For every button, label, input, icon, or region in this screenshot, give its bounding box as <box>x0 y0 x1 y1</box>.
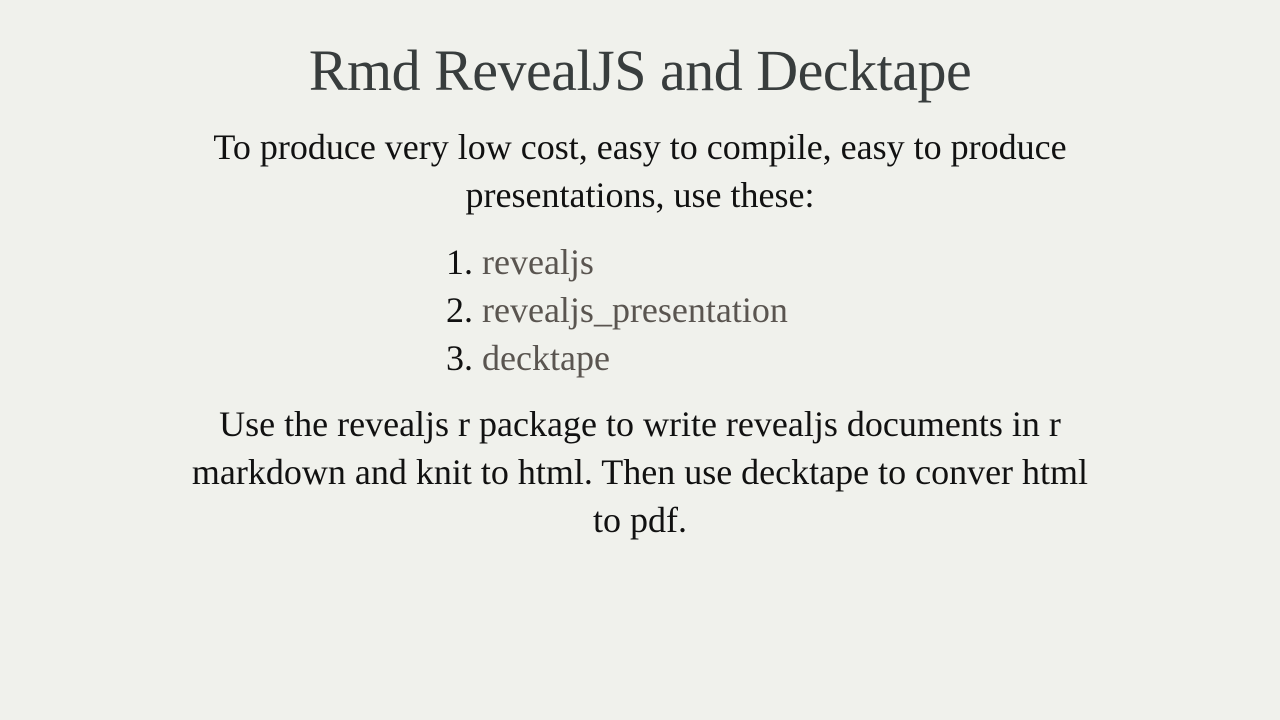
list-item-number: 1. <box>446 242 473 282</box>
list-item-number: 3. <box>446 338 473 378</box>
slide-title: Rmd RevealJS and Decktape <box>308 38 972 103</box>
list-item: 3. decktape <box>446 334 788 382</box>
link-revealjs-presentation[interactable]: revealjs_presentation <box>482 290 788 330</box>
intro-paragraph: To produce very low cost, easy to compil… <box>213 127 1067 215</box>
tool-list: 1. revealjs 2. revealjs_presentation 3. … <box>446 238 788 382</box>
link-decktape[interactable]: decktape <box>482 338 610 378</box>
slide: Rmd RevealJS and Decktape To produce ver… <box>0 0 1280 720</box>
list-item: 1. revealjs <box>446 238 788 286</box>
list-item-number: 2. <box>446 290 473 330</box>
link-revealjs[interactable]: revealjs <box>482 242 594 282</box>
list-item: 2. revealjs_presentation <box>446 286 788 334</box>
outro-paragraph: Use the revealjs r package to write reve… <box>191 404 1089 540</box>
